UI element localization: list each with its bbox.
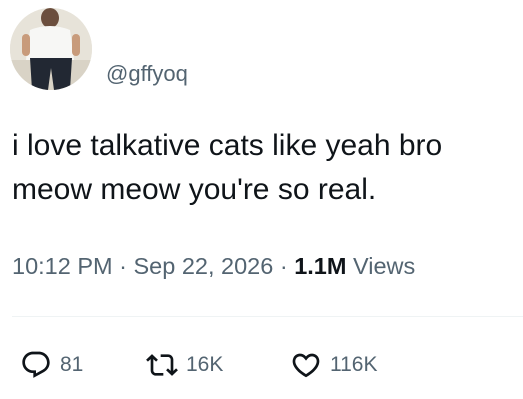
meta-separator: · [119,253,127,279]
like-button[interactable]: 116K [290,349,378,381]
tweet-time[interactable]: 10:12 PM [12,253,113,279]
tweet-date[interactable]: Sep 22, 2026 [133,253,273,279]
speech-bubble-icon [22,351,50,378]
avatar-photo [10,8,92,90]
retweet-arrows-icon [146,354,178,376]
tweet-metadata: 10:12 PM · Sep 22, 2026 · 1.1M Views [12,251,415,281]
retweet-count: 16K [186,353,224,376]
retweet-button[interactable]: 16K [146,349,223,381]
meta-separator: · [279,253,288,279]
tweet-text: i love talkative cats like yeah bro meow… [12,129,443,206]
reply-count: 81 [60,353,84,376]
username-handle[interactable]: @gffyoq [106,60,188,88]
heart-icon [292,353,320,378]
views-label: Views [352,253,416,279]
like-count: 116K [330,353,378,376]
reply-button[interactable]: 81 [20,349,83,381]
divider [12,316,523,317]
avatar[interactable] [10,8,92,90]
views-count: 1.1M [294,253,347,279]
